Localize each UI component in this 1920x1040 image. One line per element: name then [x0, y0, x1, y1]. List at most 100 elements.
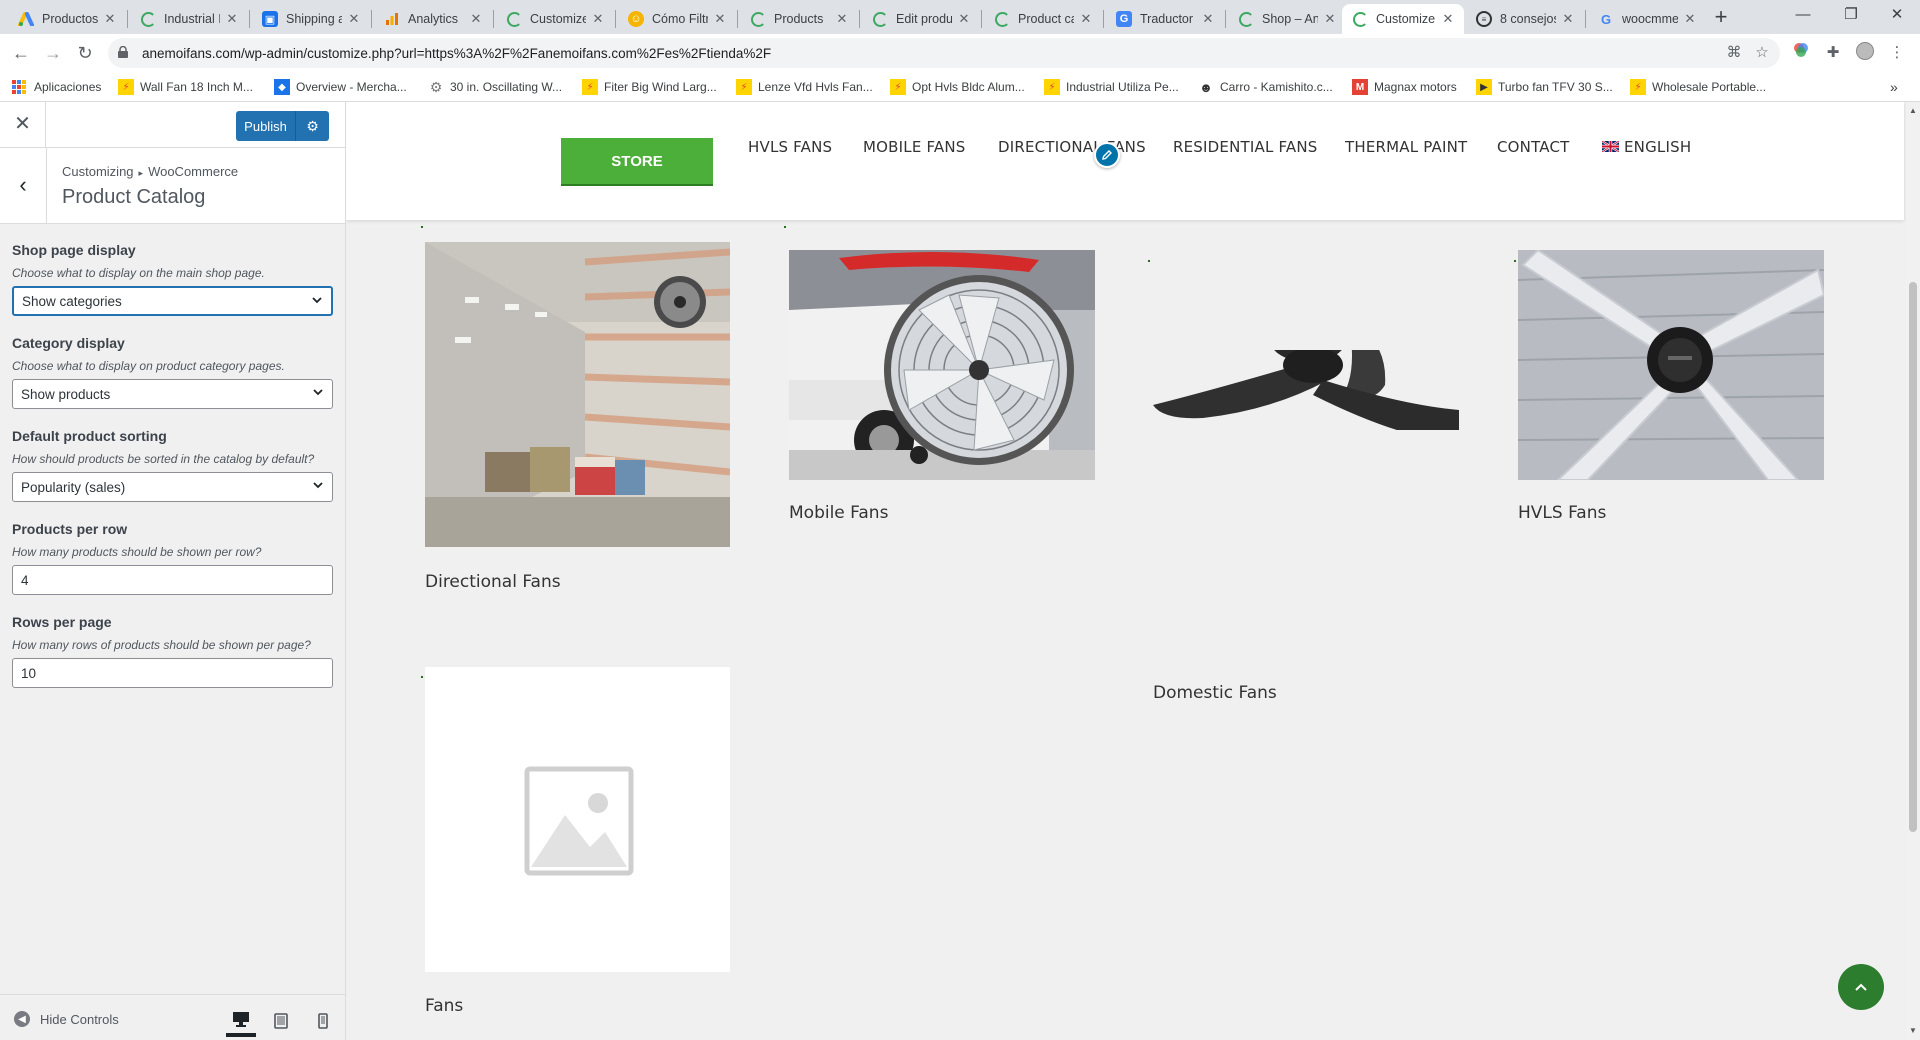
tab-8-consejos[interactable]: ≡ 8 consejos ✕: [1466, 4, 1584, 34]
default-sorting-select[interactable]: Popularity (sales): [12, 472, 333, 502]
extensions-puzzle-icon[interactable]: ✚: [1822, 42, 1844, 64]
close-tab-icon[interactable]: ✕: [346, 11, 362, 27]
category-display-select[interactable]: Show products: [12, 379, 333, 409]
bookmarks-bar: Aplicaciones ⚡ Wall Fan 18 Inch M... ◆ O…: [0, 72, 1920, 102]
close-tab-icon[interactable]: ✕: [102, 11, 118, 27]
tab-product-categories[interactable]: Product ca ✕: [984, 4, 1102, 34]
scroll-thumb[interactable]: [1909, 282, 1917, 832]
back-chevron-icon[interactable]: ‹: [0, 148, 47, 224]
alibaba-icon: ⚡: [890, 79, 906, 95]
nav-language[interactable]: ENGLISH: [1602, 138, 1691, 156]
forward-arrow-icon[interactable]: →: [40, 41, 66, 67]
alibaba-icon: ⚡: [1630, 79, 1646, 95]
close-tab-icon[interactable]: ✕: [1322, 11, 1338, 27]
bookmark-item[interactable]: ⚙ 30 in. Oscillating W...: [428, 78, 562, 96]
section-header: ‹ Customizing ▸ WooCommerce Product Catalo…: [0, 148, 345, 224]
close-tab-icon[interactable]: ✕: [834, 11, 850, 27]
more-bookmarks-icon[interactable]: »: [1890, 78, 1898, 96]
store-button[interactable]: STORE: [561, 138, 713, 184]
bookmark-item[interactable]: ☻ Carro - Kamishito.c...: [1198, 78, 1333, 96]
tab-traductor[interactable]: G Traductor ✕: [1106, 4, 1224, 34]
tab-productos[interactable]: Productos ✕: [8, 4, 126, 34]
bookmark-item[interactable]: ▶ Turbo fan TFV 30 S...: [1476, 78, 1613, 96]
close-tab-icon[interactable]: ✕: [1560, 11, 1576, 27]
translate-icon: G: [1116, 11, 1132, 27]
bookmark-item[interactable]: ⚡ Wall Fan 18 Inch M...: [118, 78, 253, 96]
publish-button[interactable]: Publish: [236, 111, 296, 141]
address-bar[interactable]: anemoifans.com/wp-admin/customize.php?ur…: [108, 38, 1780, 68]
category-card-fans[interactable]: Fans: [425, 667, 730, 1027]
tablet-preview-icon[interactable]: [266, 1005, 296, 1037]
desktop-preview-icon[interactable]: [226, 1005, 256, 1037]
close-tab-icon[interactable]: ✕: [712, 11, 728, 27]
publish-settings-gear-icon[interactable]: ⚙: [296, 111, 329, 141]
edit-pencil-icon[interactable]: [1094, 142, 1120, 168]
tab-analytics[interactable]: Analytics ✕: [374, 4, 492, 34]
bookmark-item[interactable]: ⚡ Lenze Vfd Hvls Fan...: [736, 78, 873, 96]
close-tab-icon[interactable]: ✕: [1078, 11, 1094, 27]
bookmark-item[interactable]: ⚡ Industrial Utiliza Pe...: [1044, 78, 1179, 96]
scroll-up-arrow-icon[interactable]: ▲: [1909, 106, 1917, 115]
hide-controls-button[interactable]: ◀ Hide Controls: [14, 1011, 119, 1027]
close-tab-icon[interactable]: ✕: [956, 11, 972, 27]
restore-icon[interactable]: ❐: [1828, 0, 1874, 32]
google-icon: G: [1600, 11, 1612, 27]
products-per-row-input[interactable]: 4: [12, 565, 333, 595]
browser-menu-icon[interactable]: ⋮: [1886, 42, 1908, 64]
profile-avatar[interactable]: [1854, 42, 1876, 64]
tab-industrial[interactable]: Industrial I ✕: [130, 4, 248, 34]
chevron-down-icon: [313, 482, 323, 489]
category-card-hvls-fans[interactable]: HVLS Fans: [1518, 250, 1824, 540]
bookmark-star-icon[interactable]: ☆: [1752, 43, 1772, 63]
tab-products[interactable]: Products ✕: [740, 4, 858, 34]
close-tab-icon[interactable]: ✕: [224, 11, 240, 27]
chevron-up-icon: [1855, 983, 1867, 991]
back-arrow-icon[interactable]: ←: [8, 41, 34, 67]
category-card-directional-fans[interactable]: Directional Fans: [425, 242, 730, 592]
close-tab-icon[interactable]: ✕: [1200, 11, 1216, 27]
shop-page-display-select[interactable]: Show categories: [12, 286, 333, 316]
reload-icon[interactable]: ↻: [72, 41, 98, 67]
close-tab-icon[interactable]: ✕: [590, 11, 606, 27]
close-tab-icon[interactable]: ✕: [1682, 11, 1698, 27]
translate-page-icon[interactable]: ⌘: [1724, 43, 1744, 63]
wordpress-icon: [1238, 11, 1254, 27]
tab-woocommerce-search[interactable]: G woocmme ✕: [1588, 4, 1706, 34]
mobile-preview-icon[interactable]: [308, 1005, 338, 1037]
close-tab-icon[interactable]: ✕: [468, 11, 484, 27]
bookmark-item[interactable]: ⚡ Fiter Big Wind Larg...: [582, 78, 717, 96]
window-close-icon[interactable]: ✕: [1874, 0, 1920, 32]
category-card-domestic-fans[interactable]: Domestic Fans: [1153, 350, 1459, 710]
bookmark-item[interactable]: ⚡ Opt Hvls Bldc Alum...: [890, 78, 1025, 96]
nav-directional-fans[interactable]: DIRECTIONAL FANS: [998, 138, 1146, 156]
nav-thermal-paint[interactable]: THERMAL PAINT: [1345, 138, 1467, 156]
close-customizer-icon[interactable]: ✕: [0, 102, 46, 148]
minimize-icon[interactable]: —: [1780, 0, 1826, 32]
person-icon: ☻: [1199, 79, 1213, 95]
bookmark-item[interactable]: ⚡ Wholesale Portable...: [1630, 78, 1766, 96]
scroll-down-arrow-icon[interactable]: ▼: [1909, 1026, 1917, 1035]
preview-scrollbar[interactable]: ▲ ▼: [1906, 102, 1920, 1040]
alibaba-icon: ⚡: [118, 79, 134, 95]
tab-shop[interactable]: Shop – An ✕: [1228, 4, 1346, 34]
tab-edit-product[interactable]: Edit produ ✕: [862, 4, 980, 34]
nav-contact[interactable]: CONTACT: [1497, 138, 1570, 156]
nav-residential-fans[interactable]: RESIDENTIAL FANS: [1173, 138, 1318, 156]
tab-como-filtrar[interactable]: ☺ Cómo Filtr ✕: [618, 4, 736, 34]
bookmark-item[interactable]: M Magnax motors: [1352, 78, 1457, 96]
close-tab-icon[interactable]: ✕: [1440, 11, 1456, 27]
nav-hvls-fans[interactable]: HVLS FANS: [748, 138, 832, 156]
tab-customize-active[interactable]: Customize ✕: [1342, 4, 1464, 34]
marker-dot: [421, 226, 423, 228]
tab-shipping[interactable]: ▣ Shipping a ✕: [252, 4, 370, 34]
category-card-mobile-fans[interactable]: Mobile Fans: [789, 250, 1095, 540]
scroll-to-top-button[interactable]: [1838, 964, 1884, 1010]
rows-per-page-input[interactable]: 10: [12, 658, 333, 688]
tab-customize-1[interactable]: Customize ✕: [496, 4, 614, 34]
bookmark-apps[interactable]: Aplicaciones: [12, 78, 101, 96]
analytics-icon: [384, 11, 400, 27]
color-extension-icon[interactable]: [1790, 42, 1812, 64]
nav-mobile-fans[interactable]: MOBILE FANS: [863, 138, 966, 156]
bookmark-item[interactable]: ◆ Overview - Mercha...: [274, 78, 407, 96]
new-tab-button[interactable]: +: [1707, 4, 1735, 32]
